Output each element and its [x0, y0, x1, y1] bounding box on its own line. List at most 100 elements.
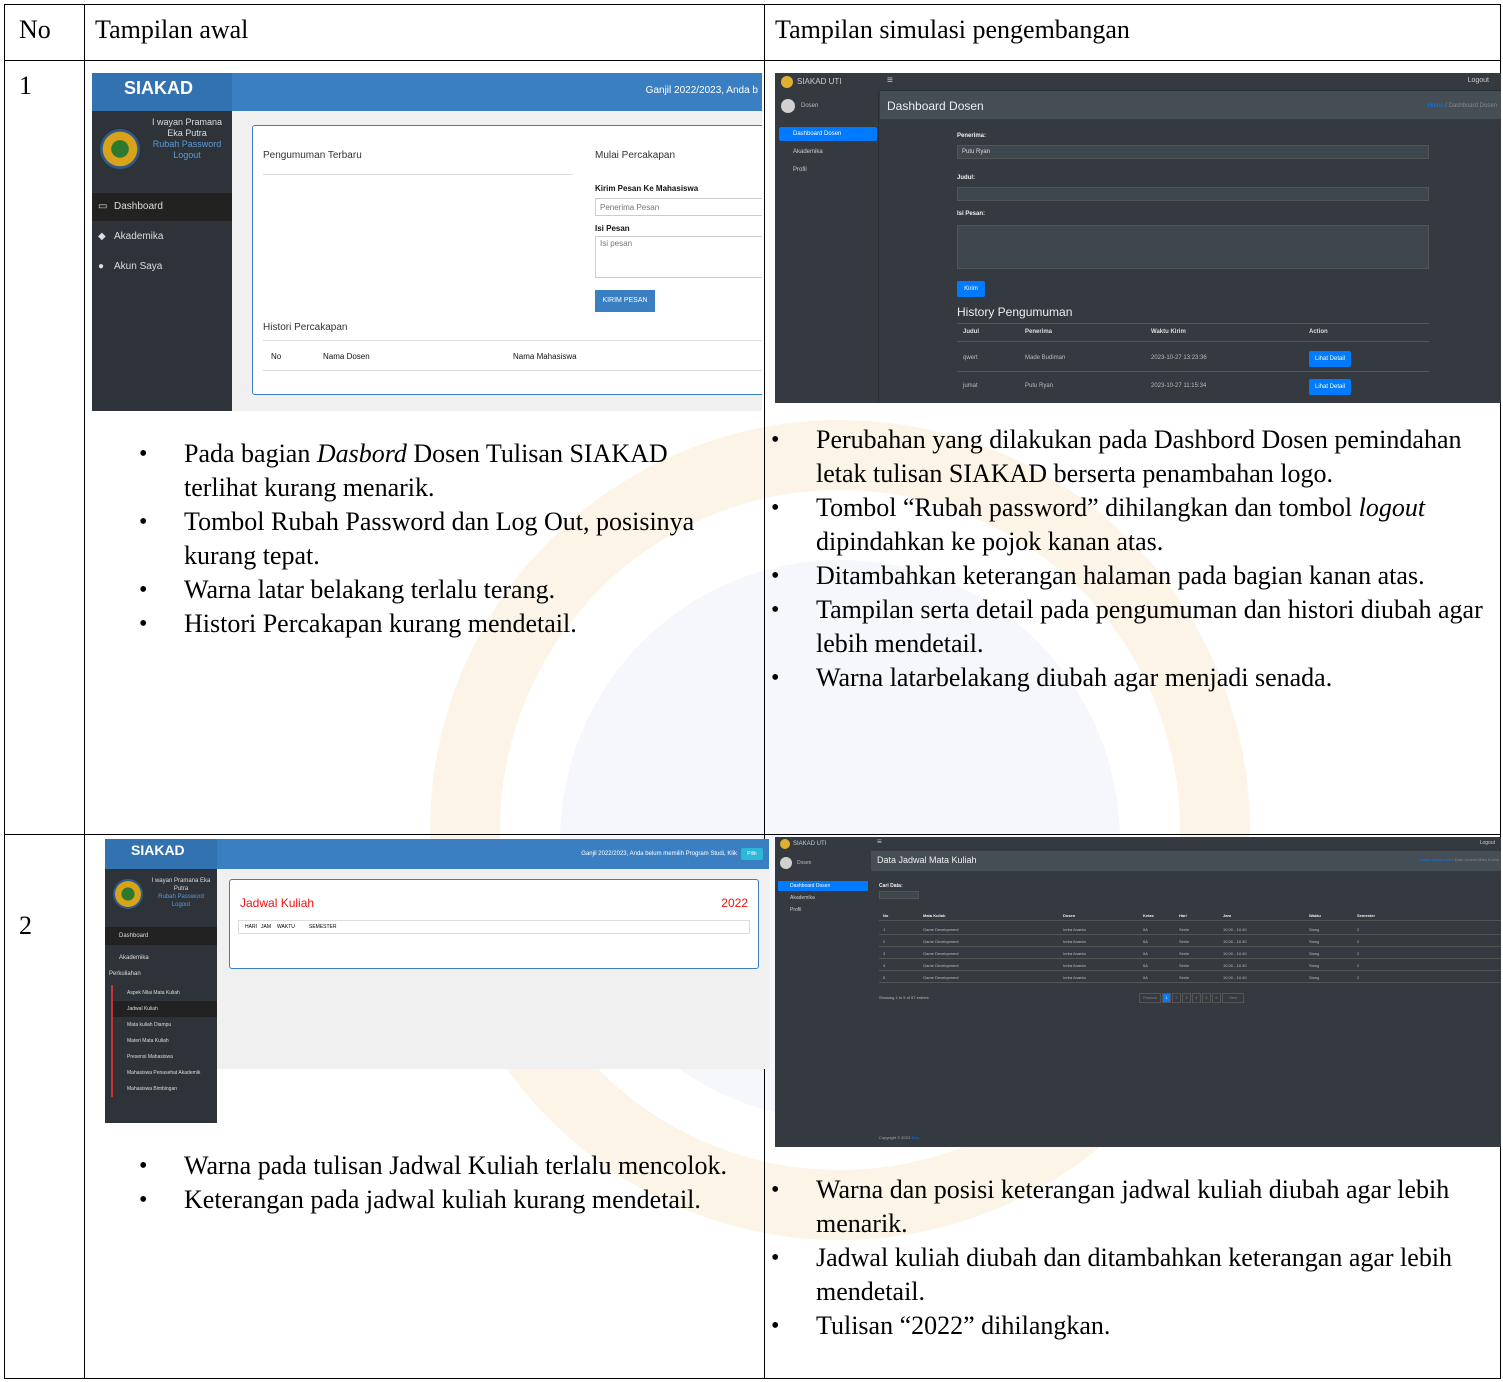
old-divider-2 — [263, 340, 762, 341]
brand-logo-icon — [780, 839, 790, 849]
row-1: 1 SIAKAD Ganjil 2022/2023, Anda b I waya… — [4, 60, 1501, 835]
old2-submenu-item[interactable]: Mata kuliah Diampu — [111, 1017, 217, 1033]
old2-table-head: HARI JAM WAKTU SEMESTER — [238, 920, 750, 934]
old2-nav-akademika[interactable]: Akademika — [105, 949, 217, 967]
new-nav-dashboard[interactable]: Dashboard Dosen — [779, 127, 877, 141]
note-item: Histori Percakapan kurang mendetail. — [139, 607, 739, 641]
row-2-dev-notes: Warna dan posisi keterangan jadwal kulia… — [771, 1173, 1487, 1343]
old2-nav-dashboard[interactable]: Dashboard — [105, 927, 217, 945]
note-item: Tampilan serta detail pada pengumuman da… — [771, 593, 1487, 661]
old-kirim-button[interactable]: KIRIM PESAN — [595, 290, 655, 312]
new-jadwal-screenshot: SIAKAD UTI ≡ Logout Dosen Dashboard Dose… — [775, 837, 1501, 1147]
old-semester-text: Ganjil 2022/2023, Anda b — [645, 85, 758, 96]
new-table-divider-3 — [957, 371, 1429, 372]
lihat-detail-button[interactable]: Lihat Detail — [1309, 379, 1351, 395]
table-cell: Senin — [1179, 939, 1190, 944]
note-item: Jadwal kuliah diubah dan ditambahkan ket… — [771, 1241, 1487, 1309]
table-header-cell: Dosen — [1063, 913, 1076, 918]
table-cell: Indra Ananta — [1063, 963, 1086, 968]
note-item: Keterangan pada jadwal kuliah kurang men… — [139, 1183, 739, 1217]
page-button[interactable]: 5 — [1202, 993, 1211, 1003]
old-nav-dashboard[interactable]: ▭ Dashboard — [92, 193, 232, 221]
old-brand: SIAKAD — [92, 73, 232, 111]
new-col-penerima: Penerima — [1025, 329, 1053, 335]
table-cell: 2 — [1357, 963, 1360, 968]
old-isi-label: Isi Pesan — [595, 224, 630, 233]
page-button[interactable]: 1 — [1162, 993, 1171, 1003]
table-header-cell: Kelas — [1143, 913, 1154, 918]
new2-cari-input[interactable] — [879, 891, 919, 899]
old-logout-link[interactable]: Logout — [144, 150, 230, 161]
new-judul-input[interactable] — [957, 187, 1429, 201]
lihat-detail-button[interactable]: Lihat Detail — [1309, 351, 1351, 367]
old-kirim-label: Kirim Pesan Ke Mahasiswa — [595, 184, 699, 193]
row-2-initial-notes: Warna pada tulisan Jadwal Kuliah terlalu… — [139, 1149, 739, 1217]
old-penerima-input[interactable] — [595, 198, 762, 216]
row-2-initial-cell: SIAKAD Ganjil 2022/2023, Anda belum memi… — [84, 834, 769, 1379]
new-penerima-select[interactable]: Putu Ryan — [957, 145, 1429, 159]
old-rubah-link[interactable]: Rubah Password — [144, 139, 230, 150]
old2-submenu-item[interactable]: Mahasiswa Penasehat Akademik — [111, 1065, 217, 1081]
old2-submenu-item[interactable]: Presensi Mahasiswa — [111, 1049, 217, 1065]
note-item: Tombol “Rubah password” dihilangkan dan … — [771, 491, 1487, 559]
table-cell: 1 — [883, 927, 886, 932]
table-cell: Senin — [1179, 951, 1190, 956]
new-col-action: Action — [1309, 329, 1328, 335]
table-cell: 6A — [1143, 939, 1148, 944]
note-item: Ditambahkan keterangan halaman pada bagi… — [771, 559, 1487, 593]
new-role: Dosen — [801, 103, 819, 109]
row-2: 2 SIAKAD Ganjil 2022/2023, Anda belum me… — [4, 834, 1501, 1379]
table-cell: 2 — [1357, 951, 1360, 956]
old2-submenu-item[interactable]: Aspek Nilai Mata Kuliah — [111, 985, 217, 1001]
table-cell: 2 — [1357, 939, 1360, 944]
table-header-cell: Waktu — [1309, 913, 1321, 918]
old2-submenu-item[interactable]: Jadwal Kuliah — [111, 1001, 217, 1017]
old-nav-akademika[interactable]: ◆ Akademika — [92, 223, 232, 251]
old-user-panel: I wayan Pramana Eka Putra Rubah Password… — [144, 117, 230, 161]
new2-nav-akademika[interactable]: Akademika — [778, 893, 868, 903]
new-logout-link[interactable]: Logout — [1468, 77, 1489, 84]
table-row: 2 Game Development Indra Ananta 6A Senin 10.0… — [879, 935, 1501, 947]
new2-nav-profil[interactable]: Profil — [778, 905, 868, 915]
note-item: Perubahan yang dilakukan pada Dashbord D… — [771, 423, 1487, 491]
table-cell: Game Development — [923, 951, 959, 956]
table-header-cell: Jam — [1223, 913, 1232, 918]
table-header-cell: Mata Kuliah — [923, 913, 946, 918]
page-button[interactable]: Previous — [1139, 993, 1161, 1003]
new2-topbar — [775, 837, 1501, 851]
old-dashboard-screenshot: SIAKAD Ganjil 2022/2023, Anda b I wayan … — [92, 73, 762, 411]
table-cell: 2 — [1357, 927, 1360, 932]
old2-submenu-item[interactable]: Materi Mata Kuliah — [111, 1033, 217, 1049]
table-row: 5 Game Development Indra Ananta 6A Senin 10.0… — [879, 971, 1501, 983]
header-initial: Tampilan awal — [84, 4, 765, 61]
page-button[interactable]: Next — [1222, 993, 1244, 1003]
new2-cari-label: Cari Data: — [879, 883, 903, 889]
laptop-icon: ▭ — [98, 201, 108, 212]
table-cell: Siang — [1309, 963, 1320, 968]
note-item: Pada bagian Dasbord Dosen Tulisan SIAKAD… — [139, 437, 739, 505]
new-kirim-button[interactable]: Kirim — [957, 281, 985, 297]
row-1-dev-notes: Perubahan yang dilakukan pada Dashbord D… — [771, 423, 1487, 695]
university-logo-icon — [113, 879, 143, 909]
page-button[interactable]: 6 — [1212, 993, 1221, 1003]
new-penerima-label: Penerima: — [957, 133, 987, 139]
table-cell: 10.00 - 10.30 — [1223, 927, 1247, 932]
user-icon: ● — [98, 261, 105, 272]
new2-breadcrumb: Home Dashboard / Data Jadwal Mata Kuliah — [1420, 857, 1499, 862]
hamburger-icon[interactable]: ≡ — [887, 75, 893, 86]
old-nav-akun[interactable]: ● Akun Saya — [92, 253, 232, 281]
new2-nav-dashboard[interactable]: Dashboard Dosen — [778, 881, 868, 891]
new-nav-profil[interactable]: Profil — [779, 163, 877, 177]
page-button[interactable]: 2 — [1172, 993, 1181, 1003]
page-button[interactable]: 4 — [1192, 993, 1201, 1003]
table-cell: Game Development — [923, 975, 959, 980]
old2-submenu-item[interactable]: Mahasiswa Bimbingan — [111, 1081, 217, 1097]
old2-pilih-button[interactable]: Pilih — [741, 848, 763, 860]
old-isi-textarea[interactable] — [595, 236, 762, 278]
new-nav-akademika[interactable]: Akademika — [779, 145, 877, 159]
page-button[interactable]: 3 — [1182, 993, 1191, 1003]
hamburger-icon[interactable]: ≡ — [877, 837, 882, 846]
new-isi-textarea[interactable] — [957, 225, 1429, 269]
old-divider — [263, 174, 573, 175]
new2-logout[interactable]: Logout — [1480, 840, 1495, 846]
